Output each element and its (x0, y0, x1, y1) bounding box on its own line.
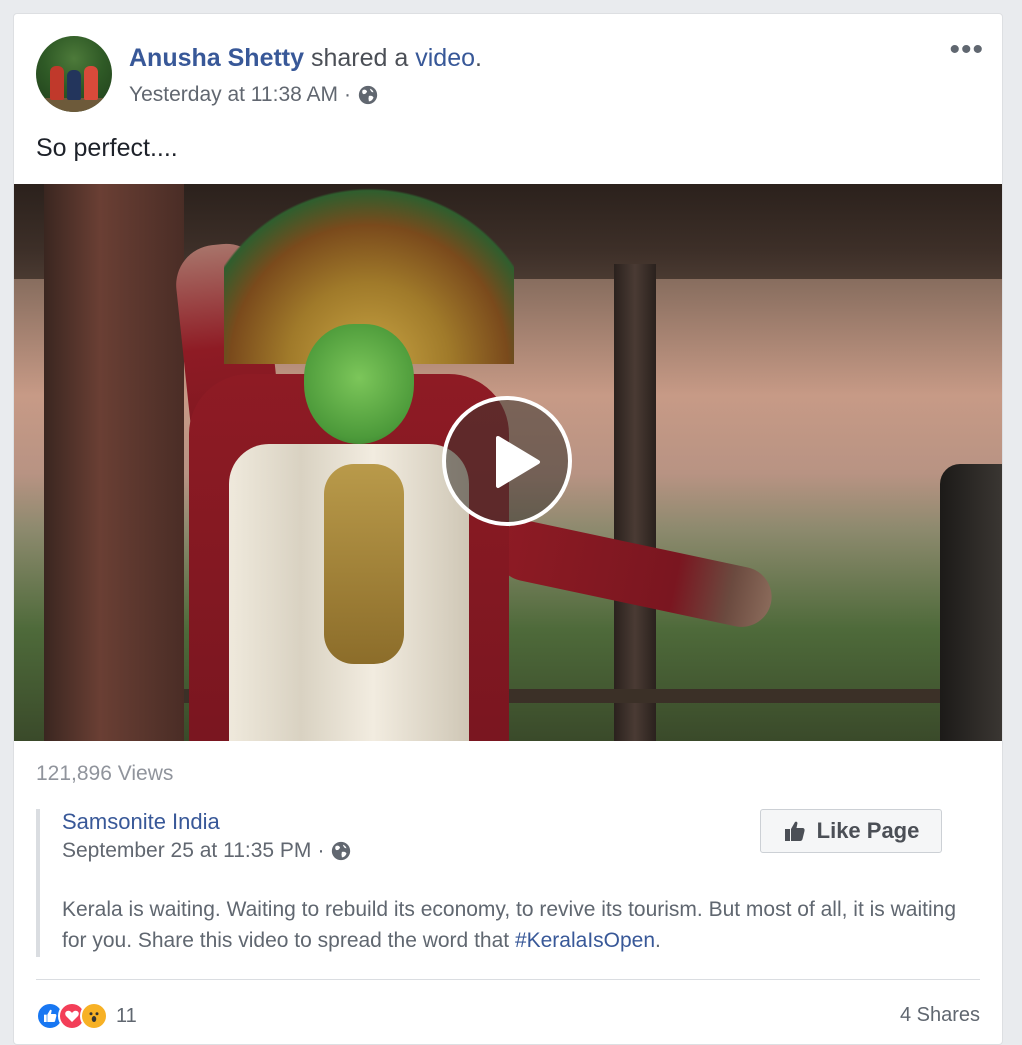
shared-post-meta: September 25 at 11:35 PM · (62, 839, 352, 863)
video-player[interactable] (14, 184, 1002, 741)
author-name-link[interactable]: Anusha Shetty (129, 44, 304, 72)
video-frame-chair (940, 464, 1002, 741)
reaction-count: 11 (116, 1004, 137, 1027)
video-view-count: 121,896 Views (36, 762, 174, 785)
globe-icon[interactable] (357, 84, 379, 106)
thumbs-up-icon (784, 821, 805, 841)
reaction-summary[interactable]: 11 (36, 1002, 137, 1030)
footer-divider (36, 979, 980, 980)
wow-reaction-icon (80, 1002, 108, 1030)
like-page-button[interactable]: Like Page (760, 809, 942, 853)
video-frame-pillar (614, 264, 656, 741)
shared-post-description: Kerala is waiting. Waiting to rebuild it… (62, 894, 982, 956)
shared-description-text: Kerala is waiting. Waiting to rebuild it… (62, 898, 957, 952)
author-avatar[interactable] (36, 36, 112, 112)
play-button[interactable] (442, 396, 572, 526)
shared-page-name-link[interactable]: Samsonite India (62, 809, 220, 835)
globe-icon[interactable] (330, 840, 352, 862)
more-options-icon[interactable]: ••• (949, 35, 984, 65)
hashtag-link[interactable]: #KeralaIsOpen (515, 929, 655, 952)
video-frame-pillar-left (44, 184, 184, 741)
video-frame-dancer-necklace (324, 464, 404, 664)
shared-description-end: . (655, 929, 661, 952)
shared-a-text: shared a (310, 44, 409, 72)
post-card: Anusha Shetty shared a video. Yesterday … (13, 13, 1003, 1045)
shared-post-timestamp[interactable]: September 25 at 11:35 PM (62, 839, 311, 863)
post-timestamp[interactable]: Yesterday at 11:38 AM (129, 83, 338, 107)
video-link[interactable]: video (415, 44, 475, 72)
post-message: So perfect.... (36, 134, 178, 162)
like-page-label: Like Page (816, 818, 920, 843)
play-icon (496, 436, 540, 488)
post-meta: Yesterday at 11:38 AM · (129, 83, 379, 107)
meta-separator: · (343, 83, 351, 106)
shared-post-attachment: Samsonite India September 25 at 11:35 PM… (36, 809, 984, 957)
video-frame-dancer-face (304, 324, 414, 444)
header-punct: . (475, 44, 482, 72)
shared-meta-separator: · (317, 839, 325, 862)
post-header: Anusha Shetty shared a video. (129, 44, 482, 73)
